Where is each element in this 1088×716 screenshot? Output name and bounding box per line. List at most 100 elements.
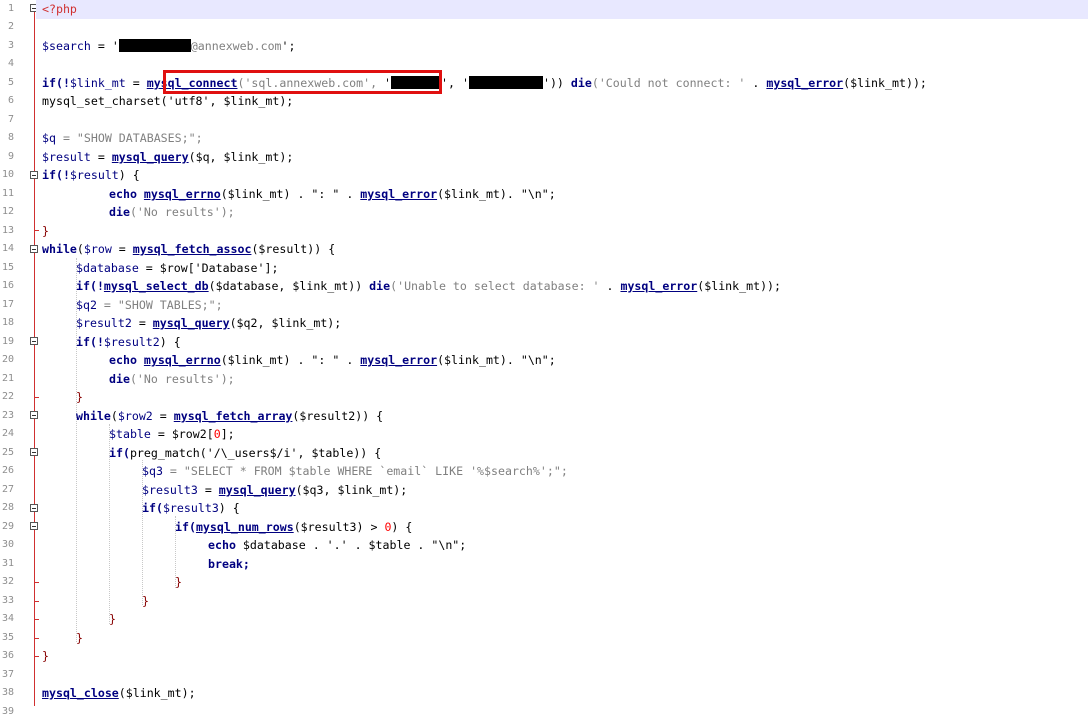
code-token: ]; bbox=[220, 427, 235, 441]
code-token: = bbox=[111, 242, 133, 256]
fold-toggle-icon[interactable] bbox=[30, 411, 38, 419]
code-line-9[interactable]: $result = mysql_query($q, $link_mt); bbox=[42, 148, 1088, 167]
code-token: '; bbox=[281, 39, 296, 53]
code-line-17[interactable]: $q2 = "SHOW TABLES;"; bbox=[76, 296, 1088, 315]
fold-toggle-icon[interactable] bbox=[30, 337, 38, 345]
code-line-34[interactable]: } bbox=[109, 610, 1088, 629]
code-token: echo bbox=[109, 353, 144, 367]
line-number: 19 bbox=[1, 336, 14, 347]
line-number: 4 bbox=[7, 58, 14, 69]
code-token: $database . '.' . $table . "\n"; bbox=[242, 538, 467, 552]
line-number: 8 bbox=[7, 132, 14, 143]
line-number: 16 bbox=[1, 280, 14, 291]
code-token: mysql_select_db bbox=[103, 279, 209, 293]
code-token: $search bbox=[42, 39, 91, 53]
code-line-33[interactable]: } bbox=[142, 592, 1088, 611]
code-line-27[interactable]: $result3 = mysql_query($q3, $link_mt); bbox=[142, 481, 1088, 500]
code-line-36[interactable]: } bbox=[42, 647, 1088, 666]
code-line-21[interactable]: die('No results'); bbox=[109, 370, 1088, 389]
code-line-26[interactable]: $q3 = "SELECT * FROM $table WHERE `email… bbox=[142, 462, 1088, 481]
code-token: $link_mt bbox=[69, 76, 126, 90]
code-line-10[interactable]: if(!$result) { bbox=[42, 166, 1088, 185]
code-line-14[interactable]: while($row = mysql_fetch_assoc($result))… bbox=[42, 240, 1088, 259]
code-token: if(! bbox=[76, 335, 104, 349]
code-line-18[interactable]: $result2 = mysql_query($q2, $link_mt); bbox=[76, 314, 1088, 333]
code-token: ($link_mt)); bbox=[697, 279, 782, 293]
code-token: ($result3) > bbox=[293, 520, 385, 534]
fold-toggle-icon[interactable] bbox=[30, 504, 38, 512]
code-token: mysql_fetch_array bbox=[173, 409, 293, 423]
code-token: = "SELECT * FROM $table WHERE `email` LI… bbox=[162, 464, 568, 478]
code-token: = $row['Database']; bbox=[138, 261, 279, 275]
code-token: ($link_mt). "\n"; bbox=[437, 187, 556, 201]
code-line-31[interactable]: break; bbox=[208, 555, 1088, 574]
code-token: ($link_mt); bbox=[118, 686, 196, 700]
code-token: $database bbox=[76, 261, 139, 275]
fold-toggle-icon[interactable] bbox=[30, 245, 38, 253]
code-line-13[interactable]: } bbox=[42, 222, 1088, 241]
code-token: mysql_set_charset('utf8', $link_mt); bbox=[42, 94, 294, 108]
code-token: = bbox=[90, 150, 112, 164]
code-token: echo bbox=[208, 538, 243, 552]
code-line-1[interactable]: <?php bbox=[36, 0, 1088, 19]
code-token: . bbox=[745, 76, 767, 90]
code-line-38[interactable]: mysql_close($link_mt); bbox=[42, 684, 1088, 703]
line-number: 33 bbox=[1, 595, 14, 606]
line-number: 5 bbox=[7, 77, 14, 88]
code-token: mysql_query bbox=[111, 150, 189, 164]
code-editor[interactable]: 1 2 3 4 5 6 7 8 9 10 11 12 13 14 15 16 17 18 19 20 21 22 23 24 2… bbox=[0, 0, 1088, 716]
code-token: $result bbox=[69, 168, 119, 182]
code-line-11[interactable]: echo mysql_errno($link_mt) . ": " . mysq… bbox=[109, 185, 1088, 204]
code-line-6[interactable]: mysql_set_charset('utf8', $link_mt); bbox=[42, 92, 1088, 111]
line-number: 28 bbox=[1, 502, 14, 513]
fold-toggle-icon[interactable] bbox=[30, 522, 38, 530]
code-token: $result3 bbox=[162, 501, 219, 515]
line-number: 17 bbox=[1, 299, 14, 310]
code-token: mysql_close bbox=[42, 686, 119, 700]
fold-end-marker bbox=[34, 582, 39, 583]
code-token: ) { bbox=[391, 520, 413, 534]
line-number: 30 bbox=[1, 539, 14, 550]
line-number: 22 bbox=[1, 391, 14, 402]
code-token: echo bbox=[109, 187, 144, 201]
line-number: 11 bbox=[1, 188, 14, 199]
code-token: mysql_query bbox=[152, 316, 230, 330]
code-line-3[interactable]: $search = ' @annexweb.com'; bbox=[42, 37, 1088, 56]
code-token: = $row2[ bbox=[150, 427, 214, 441]
code-line-19[interactable]: if(!$result2) { bbox=[76, 333, 1088, 352]
code-line-24[interactable]: $table = $row2[0]; bbox=[109, 425, 1088, 444]
line-number: 38 bbox=[1, 687, 14, 698]
code-line-22[interactable]: } bbox=[76, 388, 1088, 407]
code-token: mysql_error bbox=[360, 353, 438, 367]
code-line-29[interactable]: if(mysql_num_rows($result3) > 0) { bbox=[175, 518, 1088, 537]
code-line-25[interactable]: if(preg_match('/\_users$/i', $table)) { bbox=[109, 444, 1088, 463]
code-line-20[interactable]: echo mysql_errno($link_mt) . ": " . mysq… bbox=[109, 351, 1088, 370]
line-number: 9 bbox=[7, 151, 14, 162]
code-token: ('Unable to select database: ' bbox=[390, 279, 600, 293]
code-token: ('Could not connect: ' bbox=[591, 76, 746, 90]
code-token: = bbox=[197, 483, 219, 497]
code-line-15[interactable]: $database = $row['Database']; bbox=[76, 259, 1088, 278]
code-token: } bbox=[76, 390, 83, 404]
code-token: } bbox=[42, 224, 49, 238]
fold-toggle-icon[interactable] bbox=[30, 448, 38, 456]
code-line-32[interactable]: } bbox=[175, 573, 1088, 592]
code-token: mysql_errno bbox=[143, 353, 221, 367]
line-number: 7 bbox=[7, 114, 14, 125]
code-line-28[interactable]: if($result3) { bbox=[142, 499, 1088, 518]
code-line-8[interactable]: $q = "SHOW DATABASES;"; bbox=[42, 129, 1088, 148]
code-token: ($result2)) { bbox=[292, 409, 384, 423]
code-token: ', ' bbox=[441, 76, 469, 90]
code-token: = bbox=[152, 409, 174, 423]
code-token: mysql_fetch_assoc bbox=[132, 242, 252, 256]
code-token: $row2 bbox=[117, 409, 153, 423]
code-line-23[interactable]: while($row2 = mysql_fetch_array($result2… bbox=[76, 407, 1088, 426]
code-line-30[interactable]: echo $database . '.' . $table . "\n"; bbox=[208, 536, 1088, 555]
fold-toggle-icon[interactable] bbox=[30, 171, 38, 179]
line-number: 31 bbox=[1, 558, 14, 569]
code-line-16[interactable]: if(!mysql_select_db($database, $link_mt)… bbox=[76, 277, 1088, 296]
code-line-12[interactable]: die('No results'); bbox=[109, 203, 1088, 222]
code-line-35[interactable]: } bbox=[76, 629, 1088, 648]
code-token: $result2 bbox=[103, 335, 160, 349]
code-token: ('/\_users$/i', $table)) { bbox=[199, 446, 382, 460]
